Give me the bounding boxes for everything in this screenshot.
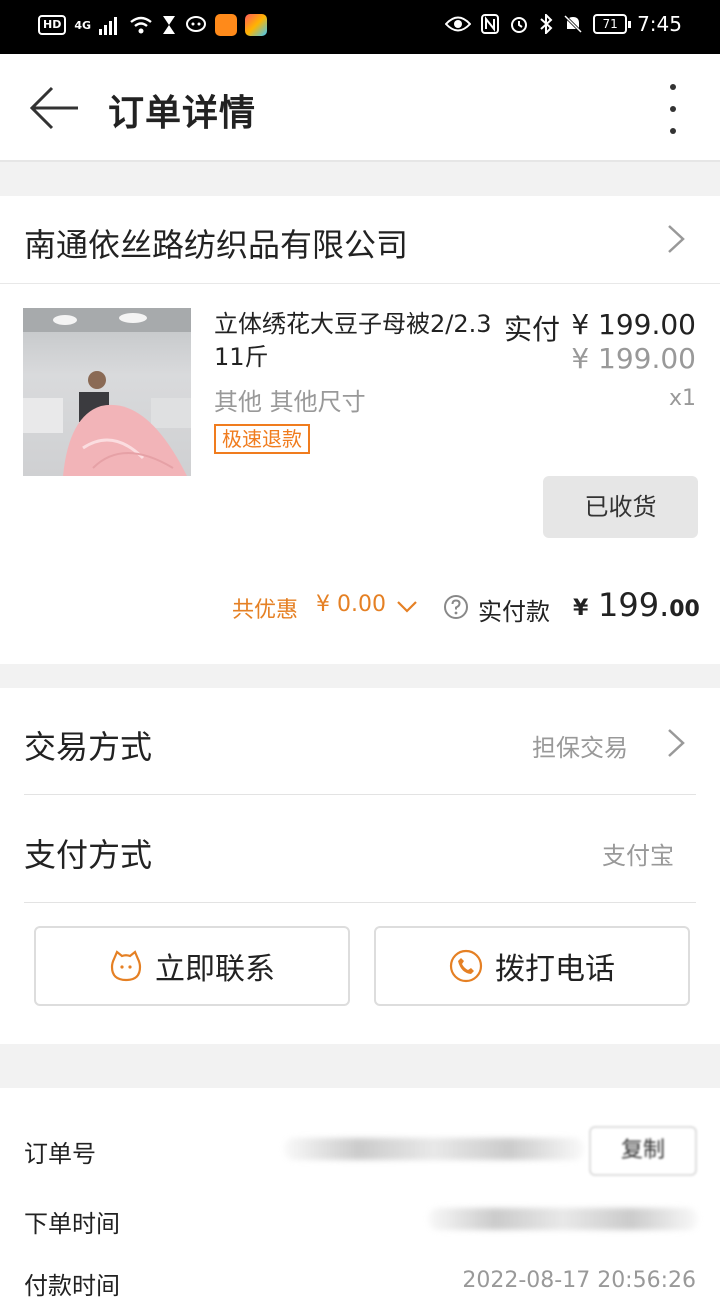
paid-amount: 199.00: [598, 586, 700, 624]
mute-bell-icon: [564, 14, 583, 34]
shop-row[interactable]: 南通依丝路纺织品有限公司: [0, 196, 720, 284]
payment-method-value: 支付宝: [602, 842, 674, 870]
discount-value[interactable]: ¥ 0.00: [316, 592, 386, 617]
paid-amount-decimal: 00: [669, 597, 700, 622]
help-icon[interactable]: [443, 594, 469, 620]
product-title[interactable]: 立体绣花大豆子母被2/2.3 11斤: [214, 308, 494, 374]
call-phone-button[interactable]: 拨打电话: [374, 926, 690, 1006]
hd-badge: HD: [38, 15, 67, 35]
trade-method-row[interactable]: 交易方式 担保交易: [0, 688, 720, 794]
phone-icon: [449, 949, 483, 983]
bluetooth-icon: [540, 14, 553, 34]
store-app-icon: [245, 14, 268, 36]
original-price: ¥ 199.00: [571, 342, 696, 375]
contact-now-label: 立即联系: [155, 952, 275, 987]
order-time-redacted: [428, 1208, 698, 1230]
chat-bubble-icon: [186, 16, 207, 32]
divider: [24, 794, 696, 795]
more-options-icon[interactable]: [666, 82, 680, 136]
contact-now-button[interactable]: 立即联系: [34, 926, 350, 1006]
order-card: 南通依丝路纺织品有限公司 立体绣花大豆子母被2/2.3 11斤 实付 ¥ 199…: [0, 196, 720, 664]
payment-method-label: 支付方式: [24, 836, 153, 874]
alarm-icon: [511, 17, 528, 33]
product-quantity: x1: [668, 386, 696, 411]
product-image[interactable]: [23, 308, 191, 476]
paid-amount-integer: 199.: [598, 586, 670, 624]
order-number-redacted: [284, 1138, 584, 1160]
status-bar: HD 4G 71 7:45: [0, 0, 720, 54]
shop-name: 南通依丝路纺织品有限公司: [24, 226, 409, 264]
discount-label[interactable]: 共优惠: [232, 592, 298, 624]
received-status-button[interactable]: 已收货: [543, 476, 698, 538]
hourglass-icon: [163, 16, 176, 34]
copy-button[interactable]: 复制: [589, 1126, 697, 1176]
trade-card: 交易方式 担保交易 支付方式 支付宝 立即联系 拨打电话: [0, 688, 720, 1044]
chevron-down-icon[interactable]: [396, 600, 418, 614]
nfc-icon: [481, 14, 500, 34]
trade-method-value: 担保交易: [532, 734, 628, 762]
order-info-card: 订单号 复制 下单时间 付款时间 2022-08-17 20:56:26: [0, 1088, 720, 1316]
payment-time-value: 2022-08-17 20:56:26: [462, 1268, 696, 1293]
payment-method-row: 支付方式 支付宝: [0, 796, 720, 902]
paid-amount-label: 实付款: [478, 598, 550, 626]
battery-indicator: 71: [593, 14, 632, 34]
back-arrow-icon[interactable]: [28, 84, 80, 132]
page-title: 订单详情: [108, 93, 257, 134]
paid-price-label: 实付: [504, 313, 561, 346]
order-number-label: 订单号: [24, 1140, 96, 1168]
clock-time: 7:45: [637, 12, 682, 36]
fast-refund-tag: 极速退款: [214, 424, 310, 454]
wifi-icon: [130, 16, 152, 34]
payment-summary: 共优惠 ¥ 0.00 实付款 ¥ 199.00: [0, 586, 720, 630]
network-4g-icon: 4G: [74, 18, 92, 32]
paid-price: ¥ 199.00: [571, 308, 696, 341]
eye-icon: [445, 16, 472, 32]
chevron-right-icon: [668, 729, 685, 757]
trade-method-label: 交易方式: [24, 728, 153, 766]
call-phone-label: 拨打电话: [495, 952, 615, 987]
payment-time-label: 付款时间: [24, 1272, 120, 1300]
paid-amount-currency: ¥: [573, 596, 589, 621]
signal-icon: [99, 17, 118, 35]
video-app-icon: [215, 14, 238, 36]
app-bar: 订单详情: [0, 54, 720, 162]
chat-cat-icon: [110, 950, 142, 982]
chevron-right-icon: [668, 225, 685, 253]
divider: [24, 902, 696, 903]
order-time-label: 下单时间: [24, 1210, 120, 1238]
product-spec: 其他 其他尺寸: [214, 388, 366, 416]
